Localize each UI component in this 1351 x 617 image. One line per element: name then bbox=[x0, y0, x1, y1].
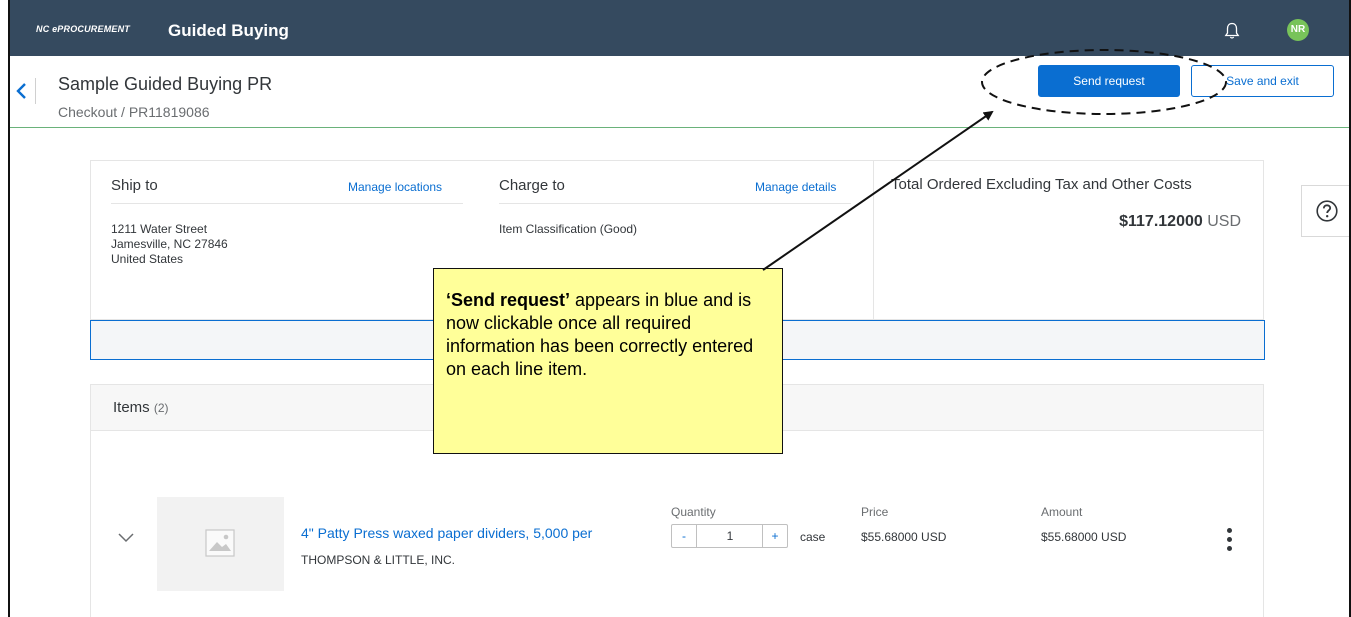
back-button[interactable] bbox=[12, 78, 36, 104]
item-thumbnail bbox=[157, 497, 284, 591]
annotation-callout: ‘Send request’ appears in blue and is no… bbox=[433, 268, 783, 454]
chevron-down-icon[interactable] bbox=[117, 531, 135, 543]
column-divider bbox=[873, 161, 874, 319]
address-line-3: United States bbox=[111, 252, 184, 266]
address-line-1: 1211 Water Street bbox=[111, 222, 208, 236]
price-label: Price bbox=[861, 505, 889, 519]
item-classification: Item Classification (Good) bbox=[499, 222, 638, 236]
item-price: $55.68000 USD bbox=[861, 530, 947, 544]
ship-address: 1211 Water Street Jamesville, NC 27846 U… bbox=[111, 222, 228, 267]
breadcrumb: Checkout / PR11819086 bbox=[58, 104, 210, 120]
total-amount: $117.12000 USD bbox=[1119, 213, 1241, 231]
item-vendor: THOMPSON & LITTLE, INC. bbox=[301, 553, 456, 567]
amount-label: Amount bbox=[1041, 505, 1083, 519]
chevron-left-icon bbox=[16, 83, 26, 99]
charge-to-title: Charge to bbox=[499, 177, 565, 194]
image-placeholder-icon bbox=[205, 529, 235, 557]
item-name-link[interactable]: 4" Patty Press waxed paper dividers, 5,0… bbox=[301, 525, 592, 541]
ship-to-title: Ship to bbox=[111, 177, 158, 194]
address-line-2: Jamesville, NC 27846 bbox=[111, 237, 228, 251]
divider bbox=[111, 203, 463, 204]
quantity-label: Quantity bbox=[671, 505, 716, 519]
unit-of-measure: case bbox=[800, 530, 826, 544]
more-options-icon[interactable] bbox=[1225, 528, 1233, 556]
quantity-increase-button[interactable]: + bbox=[762, 525, 787, 547]
items-title: Items (2) bbox=[113, 399, 169, 416]
quantity-stepper: - 1 + bbox=[671, 524, 788, 548]
page-header: Sample Guided Buying PR Checkout / PR118… bbox=[10, 56, 1349, 128]
bell-icon[interactable] bbox=[1224, 22, 1240, 40]
manage-locations-link[interactable]: Manage locations bbox=[348, 180, 442, 194]
quantity-decrease-button[interactable]: - bbox=[672, 525, 697, 547]
question-circle-icon bbox=[1316, 200, 1338, 222]
app-title: Guided Buying bbox=[168, 21, 289, 40]
brand-logo: NC ePROCUREMENT bbox=[36, 24, 131, 34]
help-button[interactable] bbox=[1301, 185, 1349, 237]
items-title-text: Items bbox=[113, 399, 150, 416]
total-value: $117.12000 bbox=[1119, 213, 1203, 230]
shell-bar: NC ePROCUREMENT Guided Buying NR bbox=[10, 0, 1349, 56]
divider bbox=[499, 203, 851, 204]
item-amount: $55.68000 USD bbox=[1041, 530, 1127, 544]
page-title: Sample Guided Buying PR bbox=[58, 74, 273, 94]
avatar[interactable]: NR bbox=[1287, 19, 1309, 41]
send-request-button[interactable]: Send request bbox=[1038, 65, 1180, 97]
items-count: (2) bbox=[153, 401, 169, 415]
total-label: Total Ordered Excluding Tax and Other Co… bbox=[891, 176, 1192, 193]
quantity-input[interactable]: 1 bbox=[698, 525, 762, 547]
total-currency: USD bbox=[1207, 213, 1241, 230]
manage-details-link[interactable]: Manage details bbox=[755, 180, 836, 194]
save-and-exit-button[interactable]: Save and exit bbox=[1191, 65, 1334, 97]
callout-bold-text: ‘Send request’ bbox=[446, 290, 571, 310]
